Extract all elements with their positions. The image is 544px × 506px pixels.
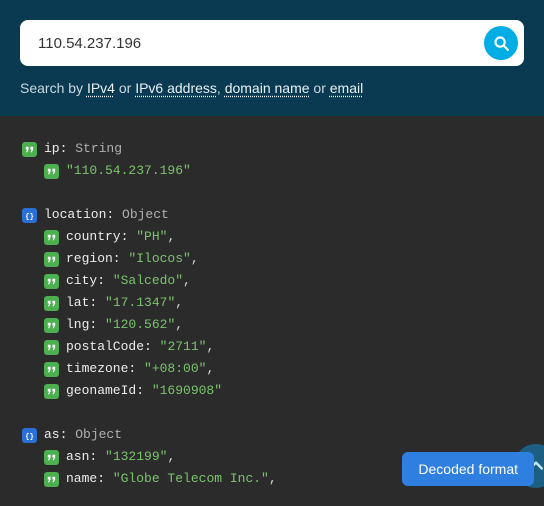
code-text: timezone: "+08:00",	[66, 358, 214, 380]
code-line: lng: "120.562",	[22, 314, 522, 336]
hint-text: or	[310, 80, 330, 96]
code-line: ip: String	[22, 138, 522, 160]
code-line: geonameId: "1690908"	[22, 380, 522, 402]
svg-text:{}: {}	[25, 433, 34, 441]
code-line: city: "Salcedo",	[22, 270, 522, 292]
code-text: lng: "120.562",	[66, 314, 183, 336]
code-text: asn: "132199",	[66, 446, 175, 468]
string-badge-icon	[44, 362, 59, 377]
blank-line	[22, 402, 522, 424]
code-text: country: "PH",	[66, 226, 175, 248]
string-badge-icon	[44, 296, 59, 311]
string-badge-icon	[44, 472, 59, 487]
code-line: region: "Ilocos",	[22, 248, 522, 270]
code-text: postalCode: "2711",	[66, 336, 214, 358]
link-email[interactable]: email	[330, 80, 363, 96]
string-badge-icon	[44, 252, 59, 267]
search-bar	[20, 20, 524, 66]
code-line: lat: "17.1347",	[22, 292, 522, 314]
search-hint: Search by IPv4 or IPv6 address, domain n…	[20, 80, 524, 96]
code-text: name: "Globe Telecom Inc.",	[66, 468, 277, 490]
string-badge-icon	[44, 230, 59, 245]
string-badge-icon	[44, 340, 59, 355]
code-text: geonameId: "1690908"	[66, 380, 222, 402]
string-badge-icon	[22, 142, 37, 157]
link-domain[interactable]: domain name	[225, 80, 310, 96]
string-badge-icon	[44, 450, 59, 465]
code-text: ip: String	[44, 138, 122, 160]
code-line: "110.54.237.196"	[22, 160, 522, 182]
code-text: location: Object	[44, 204, 169, 226]
code-line: postalCode: "2711",	[22, 336, 522, 358]
string-badge-icon	[44, 274, 59, 289]
decoded-format-button[interactable]: Decoded format	[402, 452, 534, 486]
svg-text:{}: {}	[25, 213, 34, 221]
code-line: country: "PH",	[22, 226, 522, 248]
code-text: as: Object	[44, 424, 122, 446]
object-badge-icon: {}	[22, 428, 37, 443]
search-section: Search by IPv4 or IPv6 address, domain n…	[0, 0, 544, 116]
search-input[interactable]	[38, 35, 484, 52]
link-ipv6[interactable]: IPv6 address	[135, 80, 217, 96]
code-text: "110.54.237.196"	[66, 160, 191, 182]
search-icon	[493, 35, 510, 52]
string-badge-icon	[44, 384, 59, 399]
code-line: {} as: Object	[22, 424, 522, 446]
hint-text: or	[115, 80, 135, 96]
search-button[interactable]	[484, 26, 518, 60]
code-scroll[interactable]: ip: String"110.54.237.196" {} location: Ob…	[0, 116, 544, 506]
code-text: city: "Salcedo",	[66, 270, 191, 292]
hint-text: Search by	[20, 80, 87, 96]
object-badge-icon: {}	[22, 208, 37, 223]
code-line: {} location: Object	[22, 204, 522, 226]
code-line: timezone: "+08:00",	[22, 358, 522, 380]
link-ipv4[interactable]: IPv4	[87, 80, 115, 96]
code-text: lat: "17.1347",	[66, 292, 183, 314]
string-badge-icon	[44, 164, 59, 179]
code-panel: ip: String"110.54.237.196" {} location: Ob…	[0, 116, 544, 506]
hint-text: ,	[217, 80, 225, 96]
blank-line	[22, 182, 522, 204]
string-badge-icon	[44, 318, 59, 333]
code-text: region: "Ilocos",	[66, 248, 199, 270]
